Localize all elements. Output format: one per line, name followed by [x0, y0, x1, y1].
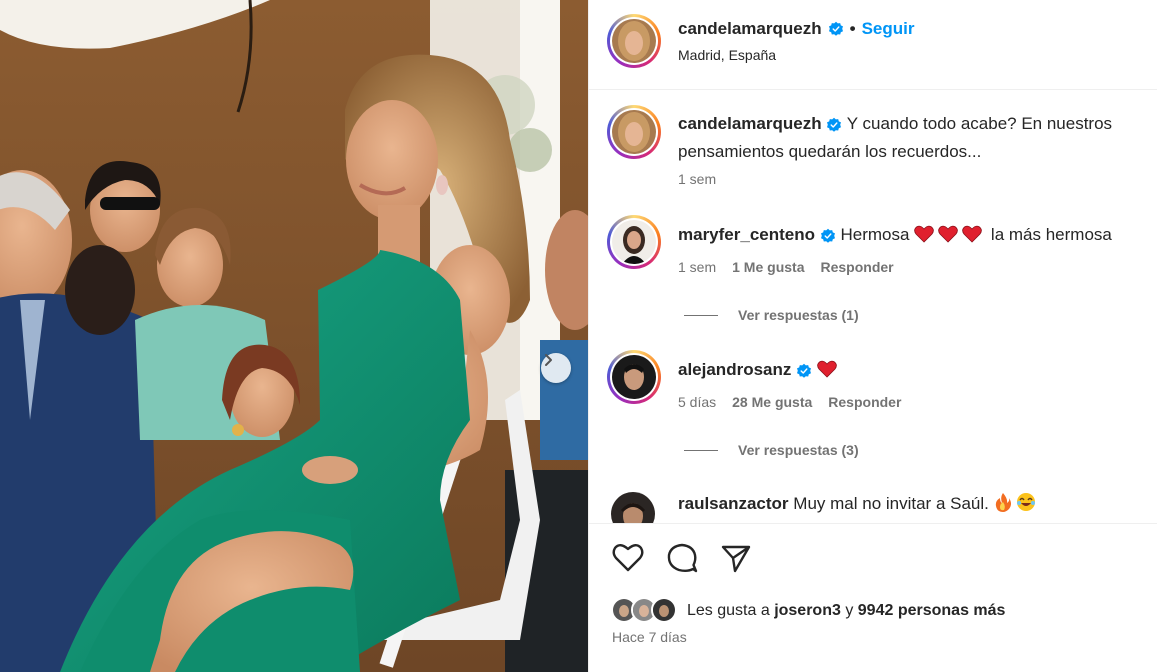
post-actions	[611, 541, 753, 575]
comment-alejandrosanz: alejandrosanz	[678, 356, 1148, 384]
author-avatar[interactable]	[607, 14, 661, 68]
heart-emoji-icon	[962, 225, 982, 243]
post-photo[interactable]	[0, 0, 588, 672]
laughing-emoji-icon	[1017, 493, 1036, 511]
caption-text: candelamarquezh Y cuando todo acabe? En …	[678, 110, 1148, 166]
comment-avatar-raulsanzactor[interactable]	[611, 492, 655, 523]
verified-badge-icon	[828, 21, 843, 36]
liker-avatar	[651, 597, 677, 623]
comment-username[interactable]: raulsanzactor	[678, 494, 789, 513]
separator-dot: •	[849, 19, 856, 38]
heart-emoji-icon	[938, 225, 958, 243]
chevron-right-icon	[545, 354, 552, 366]
verified-badge-icon	[797, 363, 812, 378]
caption-avatar[interactable]	[607, 105, 661, 159]
follow-button[interactable]: Seguir	[862, 19, 915, 39]
verified-badge-icon	[820, 228, 835, 243]
post-header: candelamarquezh • Seguir	[678, 19, 914, 39]
heart-emoji-icon	[914, 225, 934, 243]
comment-username[interactable]: alejandrosanz	[678, 360, 791, 379]
heart-emoji-icon	[817, 360, 837, 378]
comment-avatar-maryfer[interactable]	[607, 215, 661, 269]
comment-bubble-icon[interactable]	[665, 541, 699, 575]
likes-summary: Les gusta a joseron3 y 9942 personas más	[611, 596, 1005, 626]
replies-divider	[684, 449, 718, 451]
post-timestamp: Hace 7 días	[612, 629, 687, 645]
like-heart-icon[interactable]	[611, 541, 645, 575]
caption-age: 1 sem	[678, 171, 717, 187]
view-replies-label: Ver respuestas (3)	[738, 442, 859, 458]
reply-button[interactable]: Responder	[820, 259, 893, 275]
comment-text-tail: la más hermosa	[990, 225, 1112, 244]
author-username[interactable]: candelamarquezh	[678, 19, 822, 39]
reply-button[interactable]: Responder	[828, 394, 901, 410]
comment-text: Hermosa	[840, 225, 910, 244]
comment-meta: 5 días 28 Me gusta Responder	[678, 394, 901, 410]
comment-text: Muy mal no invitar a Saúl.	[793, 494, 989, 513]
comment-avatar-alejandrosanz[interactable]	[607, 350, 661, 404]
post-photo-image	[0, 0, 588, 672]
fire-emoji-icon	[995, 493, 1011, 512]
comment-likes[interactable]: 1 Me gusta	[732, 259, 804, 275]
caption-line-2: pensamientos quedarán los recuerdos...	[678, 142, 982, 161]
comment-likes[interactable]: 28 Me gusta	[732, 394, 812, 410]
comment-meta: 1 sem 1 Me gusta Responder	[678, 259, 894, 275]
caption-username[interactable]: candelamarquezh	[678, 114, 822, 133]
post-panel: candelamarquezh • Seguir Madrid, España …	[588, 0, 1157, 672]
comment-username[interactable]: maryfer_centeno	[678, 225, 815, 244]
view-replies-button[interactable]: Ver respuestas (3)	[684, 442, 859, 458]
verified-badge-icon	[827, 117, 842, 132]
likes-and: y	[845, 602, 854, 619]
likes-prefix: Les gusta a	[687, 602, 770, 619]
comment-age: 1 sem	[678, 259, 717, 275]
replies-divider	[684, 314, 718, 316]
comment-maryfer: maryfer_centeno Hermosa la más hermosa	[678, 221, 1148, 249]
view-replies-button[interactable]: Ver respuestas (1)	[684, 307, 859, 323]
comment-raulsanzactor: raulsanzactor Muy mal no invitar a Saúl.	[678, 490, 1148, 518]
caption-line-1: Y cuando todo acabe? En nuestros	[846, 114, 1113, 133]
likes-count[interactable]: 9942 personas más	[858, 602, 1006, 620]
view-replies-label: Ver respuestas (1)	[738, 307, 859, 323]
likes-user[interactable]: joseron3	[774, 602, 841, 620]
liker-avatars[interactable]	[611, 596, 683, 626]
share-send-icon[interactable]	[719, 541, 753, 575]
caption-meta: 1 sem	[678, 171, 716, 187]
location-link[interactable]: Madrid, España	[678, 47, 776, 63]
actions-divider	[589, 523, 1157, 524]
carousel-next-button[interactable]	[541, 353, 571, 383]
header-divider	[589, 89, 1157, 90]
comment-raulsanzactor-clip: raulsanzactor Muy mal no invitar a Saúl.	[589, 480, 1157, 523]
comment-age: 5 días	[678, 394, 717, 410]
